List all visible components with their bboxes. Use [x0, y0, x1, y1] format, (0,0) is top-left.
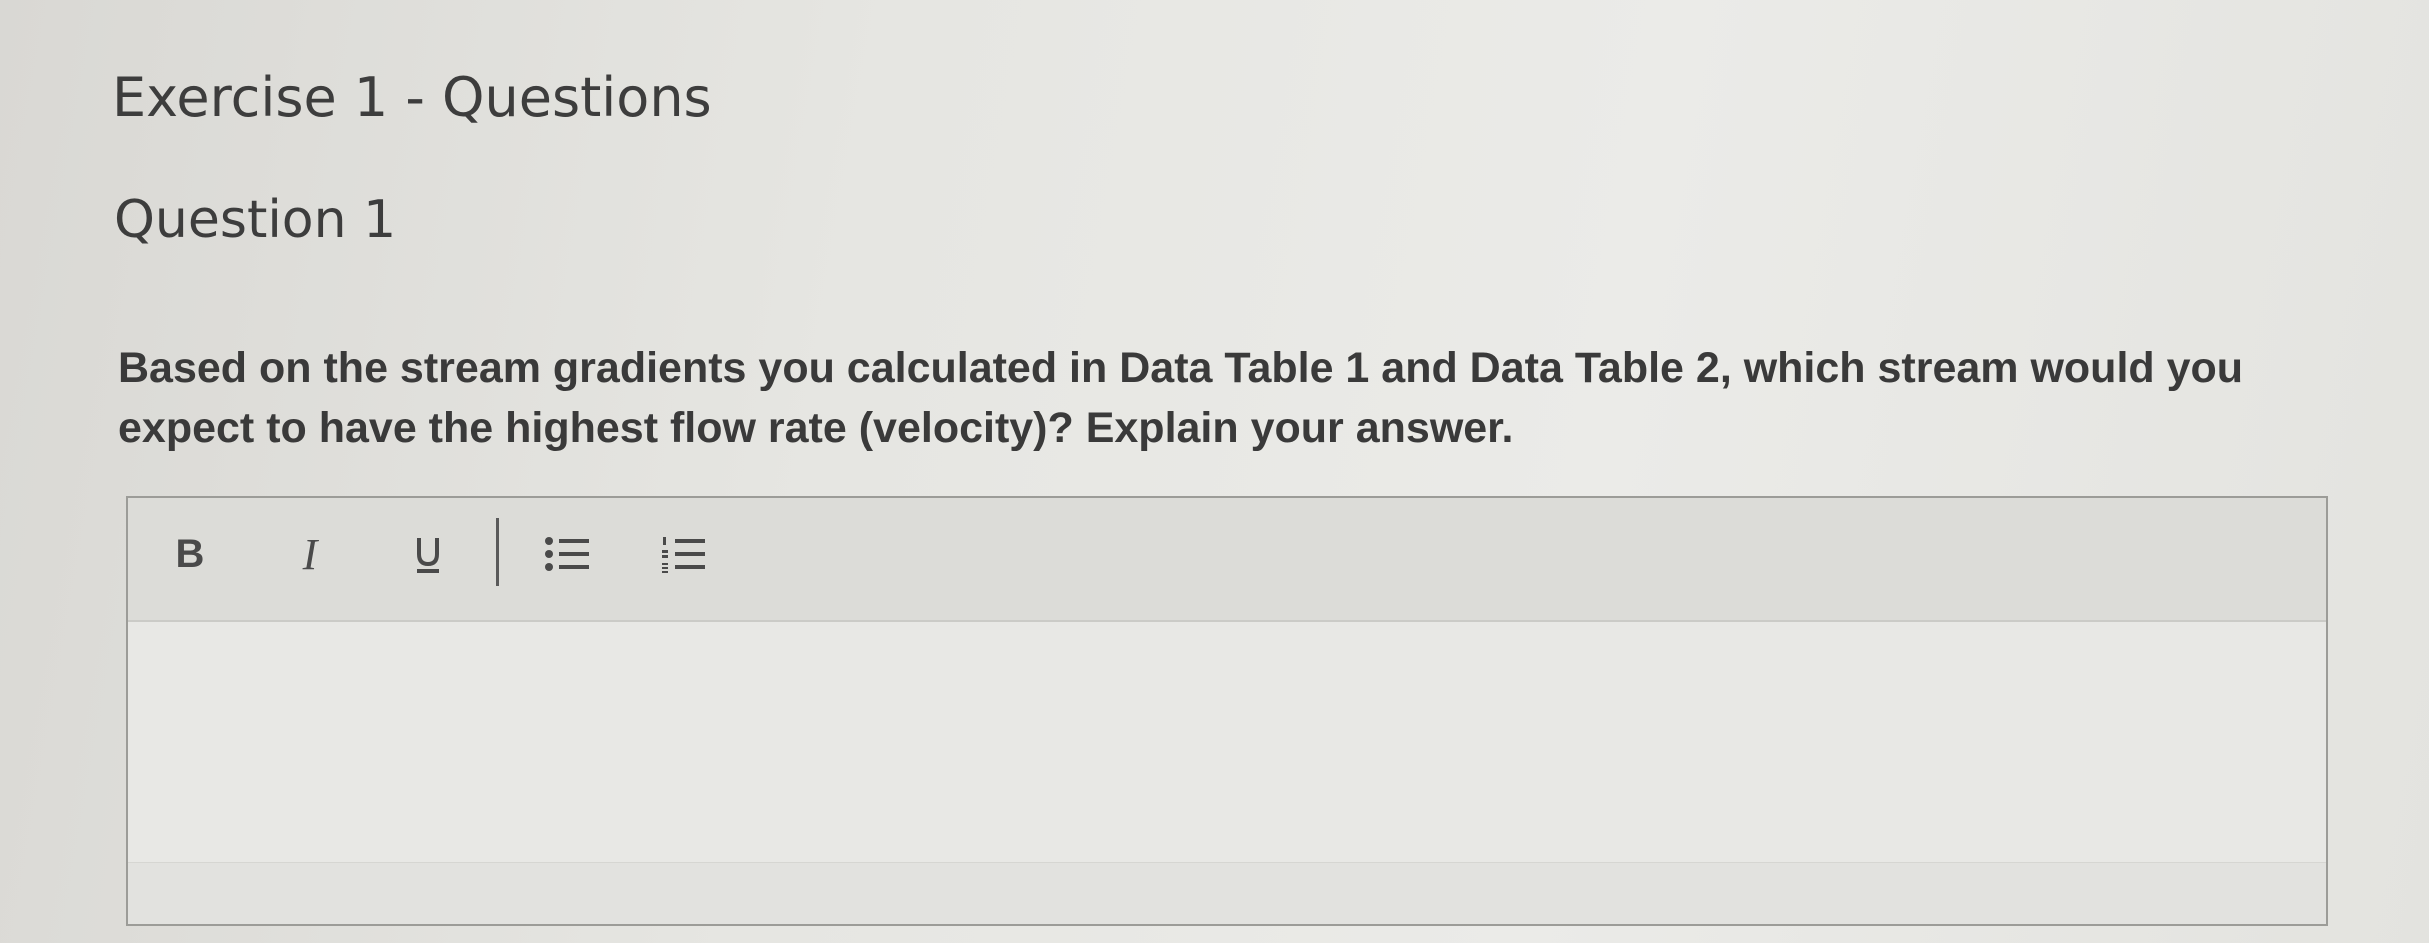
underline-button[interactable] — [406, 524, 450, 584]
assignment-page: Exercise 1 - Questions Question 1 Based … — [0, 0, 2429, 943]
exercise-title: Exercise 1 - Questions — [112, 66, 712, 129]
bulleted-list-icon — [545, 537, 589, 571]
numbered-list-icon — [662, 537, 705, 573]
underline-icon — [417, 538, 439, 573]
numbered-list-button[interactable] — [654, 524, 714, 584]
answer-text-area[interactable] — [128, 622, 2326, 863]
bold-button[interactable]: B — [168, 524, 212, 584]
editor-toolbar: B I — [128, 498, 2326, 622]
toolbar-divider — [496, 518, 499, 586]
question-prompt: Based on the stream gradients you calcul… — [118, 344, 2244, 452]
italic-label: I — [302, 529, 318, 579]
question-title: Question 1 — [114, 190, 397, 250]
bold-label: B — [175, 531, 205, 576]
answer-text-area-footer — [128, 863, 2326, 924]
answer-editor: B I — [126, 496, 2328, 926]
bulleted-list-button[interactable] — [538, 524, 598, 584]
italic-button[interactable]: I — [288, 524, 332, 584]
